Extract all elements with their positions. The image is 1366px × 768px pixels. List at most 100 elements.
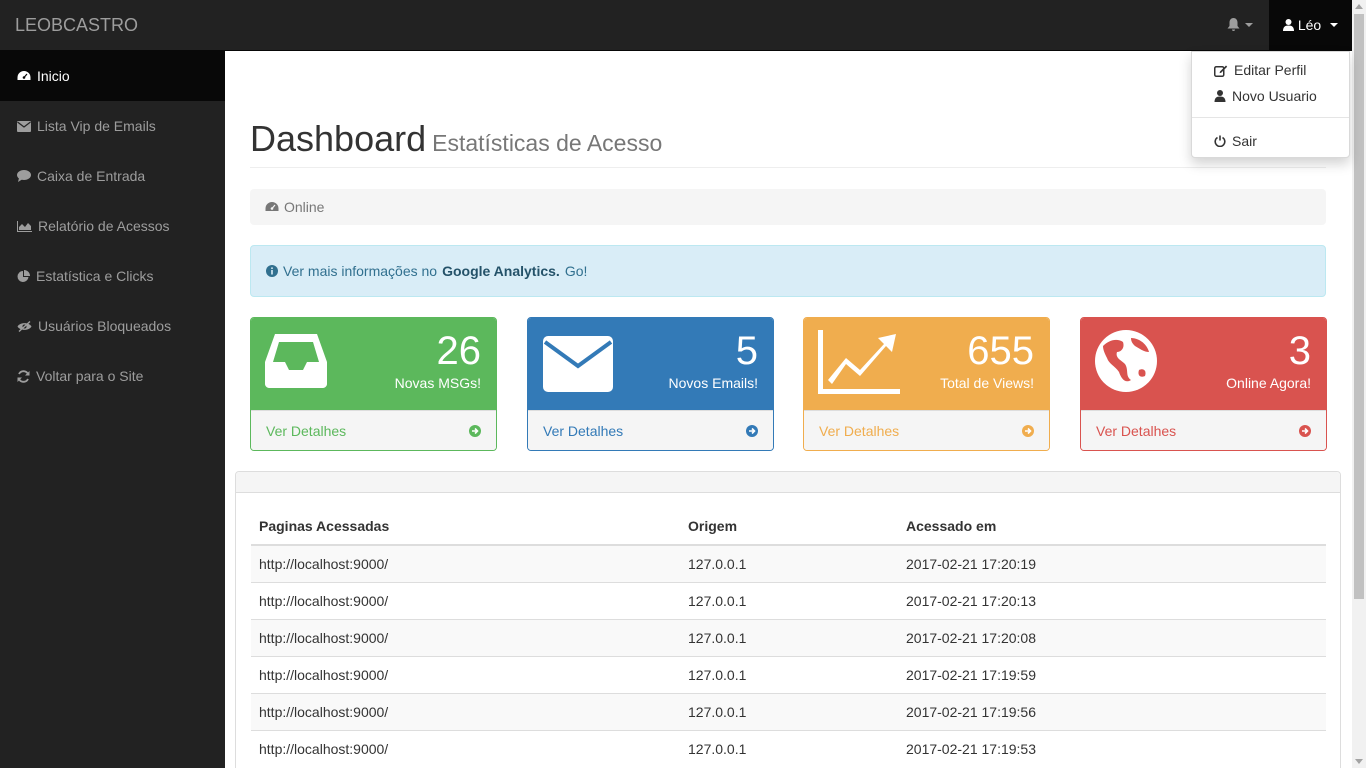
- menu-item-label: Editar Perfil: [1234, 62, 1307, 78]
- cell-accessed-at: 2017-02-21 17:19:59: [898, 655, 1326, 693]
- menu-item-edit-profile[interactable]: Editar Perfil: [1192, 57, 1349, 83]
- panel-label: Novas MSGs!: [394, 375, 481, 391]
- breadcrumb-active: Online: [284, 199, 325, 215]
- analytics-link[interactable]: Google Analytics.: [442, 263, 560, 279]
- envelope-icon: [17, 120, 31, 132]
- access-table-panel: Paginas Acessadas Origem Acessado em htt…: [235, 471, 1341, 768]
- sidebar-item-label: Usuários Bloqueados: [38, 318, 172, 334]
- column-header-pages: Paginas Acessadas: [251, 507, 680, 546]
- sidebar-item-estatistica[interactable]: Estatística e Clicks: [0, 251, 225, 301]
- panel-label: Novos Emails!: [668, 375, 758, 391]
- sidebar-item-label: Estatística e Clicks: [36, 268, 154, 284]
- notifications-dropdown[interactable]: [1210, 0, 1269, 50]
- envelope-icon: [543, 336, 613, 392]
- panel-value: 3: [1288, 329, 1311, 373]
- cell-accessed-at: 2017-02-21 17:19:53: [898, 729, 1326, 767]
- sidebar-item-label: Inicio: [37, 68, 70, 84]
- comment-icon: [17, 170, 31, 182]
- sidebar-item-inicio[interactable]: Inicio: [0, 51, 225, 101]
- menu-item-logout[interactable]: Sair: [1192, 128, 1349, 154]
- table-row: http://localhost:9000/ 127.0.0.1 2017-02…: [251, 692, 1326, 730]
- user-name: Léo: [1297, 17, 1322, 33]
- panel-heading: 3 Online Agora!: [1081, 318, 1326, 410]
- cell-accessed-at: 2017-02-21 17:20:19: [898, 544, 1326, 582]
- line-chart-icon: [818, 330, 900, 394]
- caret-down-icon: [1244, 23, 1253, 27]
- menu-item-new-user[interactable]: Novo Usuario: [1192, 83, 1349, 109]
- cell-accessed-at: 2017-02-21 17:20:08: [898, 618, 1326, 656]
- panel-details-link[interactable]: Ver Detalhes: [804, 410, 1049, 450]
- panel-footer-label: Ver Detalhes: [1096, 422, 1177, 439]
- table-header-row: Paginas Acessadas Origem Acessado em: [251, 507, 1326, 546]
- cell-origin: 127.0.0.1: [680, 618, 898, 656]
- eye-slash-icon: [17, 320, 32, 332]
- panel-heading: [236, 472, 1340, 493]
- arrow-circle-right-icon: [1299, 424, 1311, 437]
- bell-icon: [1227, 18, 1239, 31]
- panel-heading: 5 Novos Emails!: [528, 318, 773, 410]
- stat-panel-online: 3 Online Agora! Ver Detalhes: [1080, 317, 1327, 451]
- sidebar-item-lista-vip[interactable]: Lista Vip de Emails: [0, 101, 225, 151]
- table-row: http://localhost:9000/ 127.0.0.1 2017-02…: [251, 581, 1326, 619]
- arrow-circle-right-icon: [469, 424, 481, 437]
- user-dropdown-menu: Editar Perfil Novo Usuario Sair: [1191, 51, 1350, 158]
- user-icon: [1214, 90, 1226, 102]
- panel-details-link[interactable]: Ver Detalhes: [528, 410, 773, 450]
- power-icon: [1214, 135, 1226, 147]
- table-row: http://localhost:9000/ 127.0.0.1 2017-02…: [251, 544, 1326, 582]
- cell-accessed-at: 2017-02-21 17:20:13: [898, 581, 1326, 619]
- panel-details-link[interactable]: Ver Detalhes: [1081, 410, 1326, 450]
- scrollbar-thumb[interactable]: [1354, 14, 1364, 599]
- cell-page: http://localhost:9000/: [251, 581, 680, 619]
- stat-panel-emails: 5 Novos Emails! Ver Detalhes: [527, 317, 774, 451]
- table-row: http://localhost:9000/ 127.0.0.1 2017-02…: [251, 655, 1326, 693]
- sidebar-item-bloqueados[interactable]: Usuários Bloqueados: [0, 301, 225, 351]
- panel-details-link[interactable]: Ver Detalhes: [251, 410, 496, 450]
- page-scrollbar[interactable]: [1352, 0, 1366, 768]
- arrow-circle-right-icon: [746, 424, 758, 437]
- alert-text: Ver mais informações no: [283, 263, 438, 279]
- sidebar-item-caixa-entrada[interactable]: Caixa de Entrada: [0, 151, 225, 201]
- access-table: Paginas Acessadas Origem Acessado em htt…: [251, 507, 1326, 767]
- edit-icon: [1214, 65, 1228, 77]
- sidebar-item-relatorio[interactable]: Relatório de Acessos: [0, 201, 225, 251]
- panel-heading: 26 Novas MSGs!: [251, 318, 496, 410]
- panel-footer-label: Ver Detalhes: [543, 422, 624, 439]
- column-header-origin: Origem: [680, 507, 898, 546]
- panel-heading: 655 Total de Views!: [804, 318, 1049, 410]
- scroll-down-arrow-icon[interactable]: [1355, 759, 1363, 764]
- panel-label: Online Agora!: [1226, 375, 1311, 391]
- sidebar-item-label: Caixa de Entrada: [37, 168, 146, 184]
- page-title: Dashboard Estatísticas de Acesso: [250, 118, 663, 159]
- dashboard-icon: [265, 202, 279, 211]
- cell-page: http://localhost:9000/: [251, 729, 680, 767]
- page-subtitle: Estatísticas de Acesso: [432, 130, 663, 156]
- menu-item-label: Novo Usuario: [1232, 88, 1317, 104]
- breadcrumb: Online: [250, 189, 1326, 225]
- panel-value: 655: [967, 329, 1034, 373]
- cell-origin: 127.0.0.1: [680, 544, 898, 582]
- refresh-icon: [17, 369, 30, 383]
- table-row: http://localhost:9000/ 127.0.0.1 2017-02…: [251, 618, 1326, 656]
- sidebar-item-label: Lista Vip de Emails: [37, 118, 156, 134]
- scroll-up-arrow-icon[interactable]: [1355, 4, 1363, 9]
- cell-accessed-at: 2017-02-21 17:19:56: [898, 692, 1326, 730]
- go-link[interactable]: Go!: [565, 263, 588, 279]
- cell-origin: 127.0.0.1: [680, 692, 898, 730]
- cell-page: http://localhost:9000/: [251, 655, 680, 693]
- menu-item-label: Sair: [1232, 133, 1257, 149]
- table-row: http://localhost:9000/ 127.0.0.1 2017-02…: [251, 729, 1326, 767]
- user-dropdown-toggle[interactable]: Léo: [1269, 0, 1352, 50]
- panel-value: 5: [735, 329, 758, 373]
- sidebar-item-voltar-site[interactable]: Voltar para o Site: [0, 351, 225, 401]
- panel-label: Total de Views!: [940, 375, 1034, 391]
- info-alert: Ver mais informações no Google Analytics…: [250, 245, 1326, 297]
- area-chart-icon: [17, 220, 32, 232]
- dashboard-icon: [17, 71, 31, 80]
- stat-panel-messages: 26 Novas MSGs! Ver Detalhes: [250, 317, 497, 451]
- page-header: Dashboard Estatísticas de Acesso: [250, 118, 1326, 168]
- brand-logo[interactable]: LEOBCASTRO: [15, 0, 138, 50]
- cell-origin: 127.0.0.1: [680, 729, 898, 767]
- inbox-icon: [265, 334, 327, 388]
- pie-chart-icon: [17, 269, 30, 282]
